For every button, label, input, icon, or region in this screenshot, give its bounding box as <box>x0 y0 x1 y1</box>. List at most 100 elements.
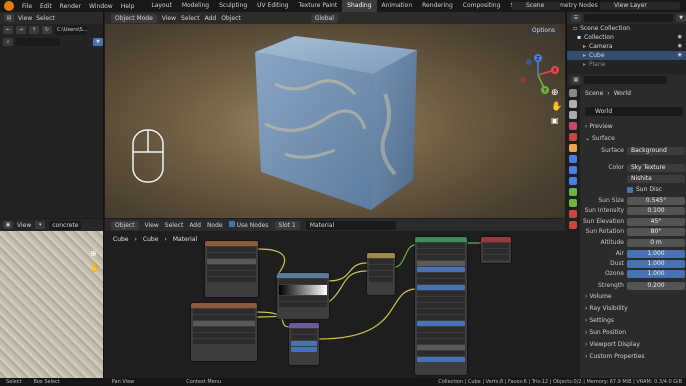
outliner-root[interactable]: ▫ Scene Collection <box>567 24 686 33</box>
panel-sun-position[interactable]: › Sun Position <box>585 328 685 337</box>
vp-menu-view[interactable]: View <box>162 15 176 22</box>
3d-viewport[interactable]: Object Mode View Select Add Object Globa… <box>105 12 565 218</box>
color-texture-field[interactable]: Sky Texture <box>627 163 685 172</box>
vp-menu-select[interactable]: Select <box>181 15 200 22</box>
tab-modeling[interactable]: Modeling <box>177 0 214 12</box>
image-editor-header: ▣ View ▾ concrete <box>0 219 103 231</box>
filter-input[interactable] <box>16 38 60 46</box>
tab-texture-paint[interactable]: Texture Paint <box>293 0 342 12</box>
fb-menu-select[interactable]: Select <box>36 15 55 22</box>
scene-tab-icon[interactable] <box>569 122 577 130</box>
fb-menu-view[interactable]: View <box>18 15 32 22</box>
camera-view-icon[interactable]: ▣ <box>551 116 559 125</box>
pan-hand-icon[interactable]: ✋ <box>90 263 100 272</box>
scene-selector[interactable]: Scene <box>512 2 560 10</box>
refresh-icon[interactable]: ↻ <box>42 26 52 34</box>
tab-uv-editing[interactable]: UV Editing <box>252 0 293 12</box>
panel-preview[interactable]: › Preview <box>585 122 685 131</box>
menu-edit[interactable]: Edit <box>36 3 56 10</box>
tab-sculpting[interactable]: Sculpting <box>214 0 252 12</box>
tab-rendering[interactable]: Rendering <box>417 0 458 12</box>
panel-volume[interactable]: › Volume <box>585 292 685 301</box>
modifier-tab-icon[interactable] <box>569 155 577 163</box>
outliner-filter-icon[interactable]: ▼ <box>676 14 686 22</box>
node-image-texture-2[interactable] <box>191 303 257 361</box>
panel-ray-visibility[interactable]: › Ray Visibility <box>585 304 685 313</box>
textured-cube[interactable] <box>245 34 435 218</box>
output-tab-icon[interactable] <box>569 111 577 119</box>
concrete-texture-image[interactable] <box>0 231 103 378</box>
menu-help[interactable]: Help <box>117 3 139 10</box>
visibility-eye-icon[interactable]: ◉ <box>678 42 682 51</box>
editor-type-icon[interactable]: ▤ <box>4 14 14 22</box>
filter-icon[interactable]: ▼ <box>93 38 103 46</box>
vp-menu-object[interactable]: Object <box>221 15 241 22</box>
forward-icon[interactable]: → <box>16 26 26 34</box>
node-mix[interactable] <box>367 253 395 295</box>
tab-layout[interactable]: Layout <box>146 0 176 12</box>
properties-type-icon[interactable]: ▦ <box>571 76 581 84</box>
image-editor-type-icon[interactable]: ▣ <box>3 221 13 229</box>
menu-file[interactable]: File <box>18 3 36 10</box>
physics-tab-icon[interactable] <box>569 177 577 185</box>
field-strength: Strength 0.200 <box>583 281 685 290</box>
tab-compositing[interactable]: Compositing <box>458 0 506 12</box>
sun-disc-checkbox[interactable] <box>627 186 633 193</box>
orientation-dropdown[interactable]: Global <box>310 13 338 23</box>
surface-shader-field[interactable]: Background <box>627 146 685 155</box>
color-row: Color Sky Texture <box>583 163 685 172</box>
zoom-icon[interactable]: ⊕ <box>90 249 97 258</box>
node-image-texture-1[interactable] <box>205 241 258 297</box>
visibility-eye-icon[interactable]: ◉ <box>678 33 682 42</box>
ie-menu-view[interactable]: View <box>17 222 31 229</box>
panel-viewport-display[interactable]: › Viewport Display <box>585 340 685 349</box>
node-bump[interactable] <box>289 323 319 365</box>
shader-node-editor[interactable]: Object View Select Add Node Use Nodes Sl… <box>105 219 565 378</box>
view-layer-selector[interactable]: View Layer <box>600 2 680 10</box>
image-name-field[interactable]: concrete <box>49 220 82 230</box>
pan-hand-icon[interactable]: ✋ <box>551 102 562 112</box>
file-browser-header: ▤ View Select <box>0 12 103 24</box>
constraints-tab-icon[interactable] <box>569 188 577 196</box>
panel-settings[interactable]: › Settings <box>585 316 685 325</box>
visibility-eye-icon[interactable]: ◉ <box>678 51 682 60</box>
texture-tab-icon[interactable] <box>569 221 577 229</box>
outliner-search-input[interactable] <box>584 14 673 22</box>
node-material-output[interactable] <box>481 237 511 263</box>
render-tab-icon[interactable] <box>569 100 577 108</box>
panel-surface[interactable]: ⌄ Surface <box>585 134 685 143</box>
tab-shading[interactable]: Shading <box>342 0 377 12</box>
tab-animation[interactable]: Animation <box>377 0 418 12</box>
world-datablock-field[interactable]: World <box>585 107 683 116</box>
outliner-item-camera[interactable]: ▸ Camera ◉ <box>567 42 686 51</box>
node-principled-bsdf[interactable] <box>415 237 467 375</box>
zoom-icon[interactable]: ⊕ <box>551 88 559 98</box>
particles-tab-icon[interactable] <box>569 166 577 174</box>
outliner-type-icon[interactable]: ☰ <box>571 14 581 22</box>
outliner-item-cube[interactable]: ▸ Cube ◉ <box>567 51 686 60</box>
panel-custom-properties[interactable]: › Custom Properties <box>585 352 685 361</box>
object-mode-dropdown[interactable]: Object Mode <box>111 13 157 23</box>
vp-menu-add[interactable]: Add <box>205 15 217 22</box>
material-tab-icon[interactable] <box>569 210 577 218</box>
node-color-ramp[interactable] <box>277 273 329 319</box>
options-button[interactable]: Options <box>527 26 559 35</box>
parent-dir-icon[interactable]: ↑ <box>29 26 39 34</box>
viewport-header: Object Mode View Select Add Object Globa… <box>105 12 565 24</box>
blender-logo-icon[interactable] <box>4 1 14 11</box>
properties-search-input[interactable] <box>584 76 667 84</box>
world-tab-icon[interactable] <box>569 133 577 141</box>
sky-type-dropdown[interactable]: Nishita <box>627 174 685 183</box>
tool-tab-icon[interactable] <box>569 89 577 97</box>
outliner-item-collection[interactable]: ▪ Collection ◉ <box>567 33 686 42</box>
path-field[interactable]: C:\Users\S... <box>55 25 87 35</box>
data-tab-icon[interactable] <box>569 199 577 207</box>
menu-render[interactable]: Render <box>56 3 85 10</box>
object-tab-icon[interactable] <box>569 144 577 152</box>
back-icon[interactable]: ← <box>3 26 13 34</box>
outliner-panel: ☰ ▼ ▫ Scene Collection ▪ Collection ◉ ▸ Came… <box>566 12 686 74</box>
outliner-item-plane[interactable]: ▸ Plane <box>567 60 686 69</box>
menu-window[interactable]: Window <box>85 3 117 10</box>
image-browse-icon[interactable]: ▾ <box>35 221 46 229</box>
search-icon[interactable]: ⌕ <box>3 38 13 46</box>
